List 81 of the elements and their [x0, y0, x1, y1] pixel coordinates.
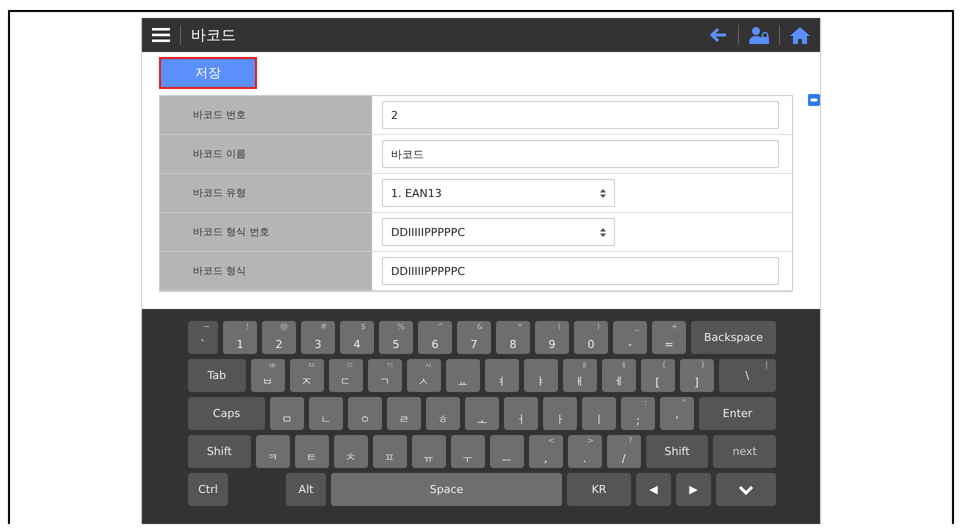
keyboard-key[interactable]: & 7	[457, 321, 491, 354]
keyboard-key[interactable]: * 8	[496, 321, 530, 354]
keyboard-key[interactable]: { [	[640, 359, 674, 392]
keyboard-key[interactable]: ㅎ	[426, 397, 460, 430]
keyboard-key[interactable]: ㅑ	[524, 359, 558, 392]
keyboard-key[interactable]: ㅉ ㅈ	[290, 359, 324, 392]
keyboard-key[interactable]: # 3	[301, 321, 335, 354]
keyboard-key[interactable]: ~ `	[188, 321, 218, 354]
keyboard-key[interactable]: " '	[660, 397, 694, 430]
keyboard-key[interactable]: ㅕ	[484, 359, 518, 392]
keyboard-key[interactable]	[716, 473, 776, 506]
keyboard-key[interactable]: Enter	[699, 397, 776, 430]
keyboard-key[interactable]: ◀	[636, 473, 671, 506]
chevron-down-icon	[738, 484, 754, 494]
keyboard-key[interactable]: ㄲ ㄱ	[368, 359, 402, 392]
keyboard-key[interactable]: ㅃ ㅂ	[250, 359, 284, 392]
keyboard-key[interactable]: $ 4	[340, 321, 374, 354]
keyboard-key[interactable]: ▶	[676, 473, 711, 506]
keyboard-key[interactable]: } ]	[680, 359, 714, 392]
input-field[interactable]: 바코드	[382, 140, 779, 168]
sort-caret-icon	[600, 188, 606, 198]
keyboard-key[interactable]: @ 2	[262, 321, 296, 354]
keyboard-key[interactable]: < ,	[528, 435, 563, 468]
keyboard-key[interactable]: ㅌ	[294, 435, 329, 468]
keyboard-key[interactable]: next	[713, 435, 776, 468]
keyboard-key[interactable]: Caps	[188, 397, 265, 430]
keyboard-key[interactable]: ㅛ	[446, 359, 480, 392]
select-field[interactable]: DDIIIIIPPPPPC	[382, 218, 615, 246]
field-label: 바코드 형식 번호	[160, 213, 372, 252]
keyboard-key[interactable]: ( 9	[535, 321, 569, 354]
field-label: 바코드 이름	[160, 135, 372, 174]
keyboard-key[interactable]: ㅏ	[543, 397, 577, 430]
keyboard-key[interactable]: ㅇ	[348, 397, 382, 430]
keyboard-key[interactable]: Backspace	[691, 321, 776, 354]
keyboard-key[interactable]: ㄴ	[309, 397, 343, 430]
keyboard-key[interactable]: : ;	[621, 397, 655, 430]
keyboard-key[interactable]: > .	[568, 435, 602, 468]
keyboard-key[interactable]: Ctrl	[188, 473, 228, 506]
sort-caret-icon	[600, 228, 606, 236]
keyboard-key[interactable]: ^ 6	[418, 321, 452, 354]
keyboard-key[interactable]: ㄹ	[387, 397, 421, 430]
keyboard-key[interactable]: Space	[331, 473, 562, 506]
keyboard-key[interactable]: Tab	[188, 359, 246, 392]
select-field[interactable]: 1. EAN13	[382, 179, 615, 207]
keyboard-key[interactable]: % 5	[379, 321, 413, 354]
keyboard-key[interactable]: ! 1	[223, 321, 257, 354]
keyboard-key[interactable]: ㅁ	[270, 397, 304, 430]
keyboard-key[interactable]: ) 0	[574, 321, 608, 354]
keyboard-key[interactable]: ㅗ	[465, 397, 499, 430]
keyboard-key[interactable]: + =	[652, 321, 686, 354]
keyboard-key[interactable]: Alt	[286, 473, 326, 506]
field-label: 바코드 유형	[160, 174, 372, 213]
keyboard-key[interactable]: _ -	[613, 321, 647, 354]
save-button[interactable]: 저장	[159, 57, 257, 89]
keyboard-key[interactable]: ㅆ ㅅ	[406, 359, 440, 392]
keyboard-key[interactable]: ㅊ	[334, 435, 368, 468]
keyboard-key[interactable]: KR	[567, 473, 631, 506]
keyboard-key[interactable]: ㅒ ㅐ	[562, 359, 596, 392]
keyboard-key[interactable]: | \	[718, 359, 776, 392]
side-tab-icon[interactable]	[808, 94, 820, 106]
keyboard-key[interactable]: ㅠ	[412, 435, 446, 468]
menu-icon[interactable]	[152, 28, 170, 42]
user-lock-icon[interactable]	[749, 25, 769, 45]
keyboard-key[interactable]: Shift	[646, 435, 708, 468]
input-field[interactable]: 2	[382, 101, 779, 129]
keyboard-key[interactable]: ㅓ	[504, 397, 538, 430]
keyboard-key[interactable]: ㅜ	[450, 435, 485, 468]
input-field[interactable]: DDIIIIIPPPPPC	[382, 257, 779, 285]
keyboard-key[interactable]: ㄸ ㄷ	[328, 359, 362, 392]
keyboard-key[interactable]: ㅖ ㅔ	[602, 359, 636, 392]
keyboard-key[interactable]: ㅣ	[582, 397, 616, 430]
keyboard-key[interactable]: ㅋ	[256, 435, 290, 468]
keyboard-key[interactable]: ㅡ	[490, 435, 524, 468]
home-icon[interactable]	[790, 25, 810, 45]
keyboard-key[interactable]: ? /	[606, 435, 641, 468]
keyboard-key[interactable]: ㅍ	[372, 435, 407, 468]
field-label: 바코드 번호	[160, 96, 372, 135]
field-label: 바코드 형식	[160, 252, 372, 291]
back-arrow-icon[interactable]	[708, 25, 728, 45]
page-title: 바코드	[191, 26, 237, 44]
keyboard-key[interactable]: Shift	[188, 435, 251, 468]
